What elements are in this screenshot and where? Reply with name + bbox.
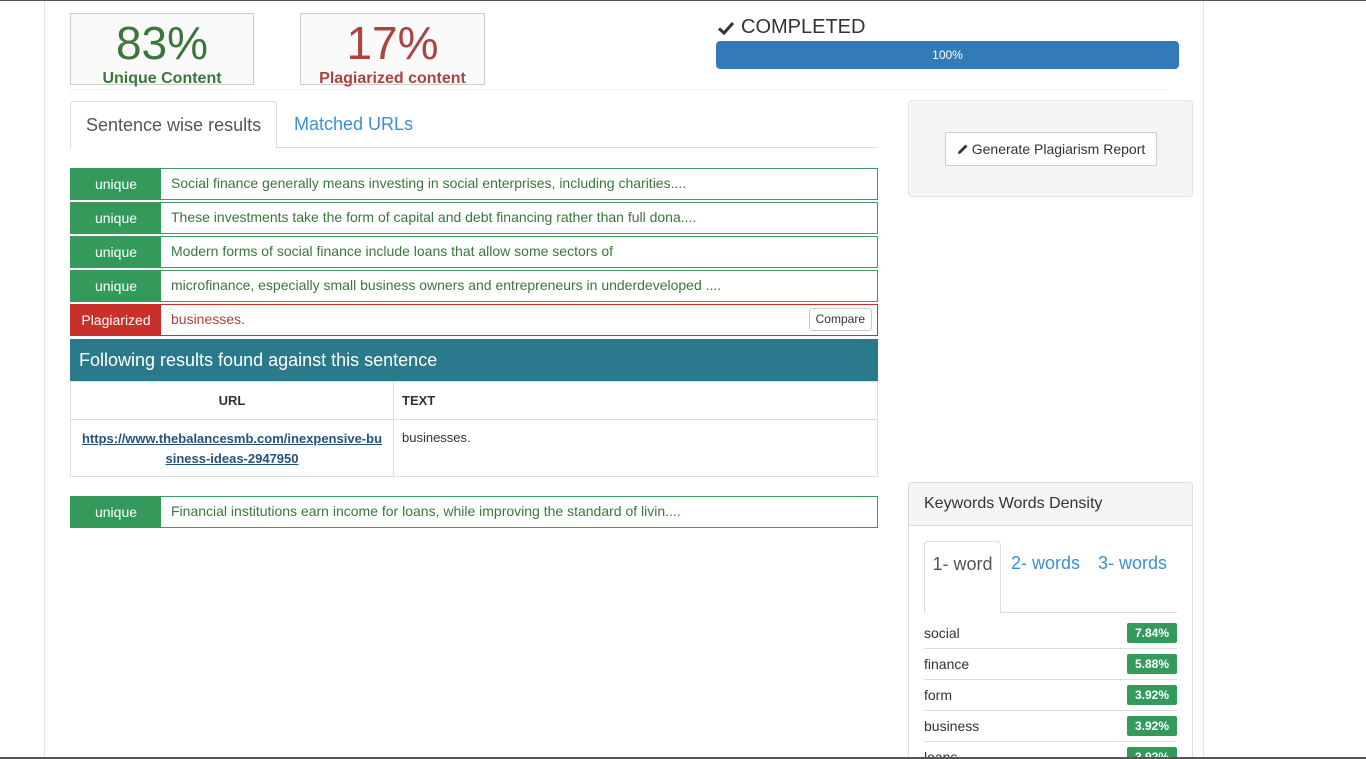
sentence-text: These investments take the form of capit…: [171, 209, 697, 225]
sentence-status-badge: unique: [71, 169, 161, 199]
table-header-row: URL TEXT: [70, 381, 878, 420]
keyword-word: form: [924, 687, 952, 703]
keyword-density-badge: 7.84%: [1126, 623, 1177, 643]
keyword-tabs: 1- word 2- words 3- words: [924, 541, 1177, 614]
keyword-list: social 7.84% finance 5.88% form 3.92% bu…: [924, 618, 1177, 759]
progress-bar-fill: 100%: [716, 41, 1179, 69]
matched-results-table: URL TEXT https://www.thebalancesmb.com/i…: [70, 381, 878, 477]
sentence-row: unique Social finance generally means in…: [70, 168, 878, 200]
keyword-density-badge: 3.92%: [1126, 716, 1177, 736]
report-panel: Generate Plagiarism Report: [908, 100, 1193, 197]
status-text: COMPLETED: [741, 16, 866, 38]
keyword-row: finance 5.88%: [924, 649, 1177, 680]
sentence-row: unique These investments take the form o…: [70, 202, 878, 234]
keyword-word: business: [924, 718, 980, 734]
keyword-word: finance: [924, 656, 970, 672]
unique-content-stat: 83% Unique Content: [70, 13, 254, 87]
plagiarized-percentage: 17%: [346, 17, 439, 69]
divider: [70, 89, 1168, 90]
url-cell: https://www.thebalancesmb.com/inexpensiv…: [70, 419, 394, 477]
keyword-row: social 7.84%: [924, 618, 1177, 649]
sentence-row: unique Modern forms of social finance in…: [70, 236, 878, 268]
keyword-row: business 3.92%: [924, 711, 1177, 742]
matched-url-link[interactable]: https://www.thebalancesmb.com/inexpensiv…: [82, 431, 382, 466]
generate-report-button[interactable]: Generate Plagiarism Report: [945, 132, 1157, 166]
pencil-icon: [957, 144, 968, 154]
tab-3-words[interactable]: 3- words: [1094, 541, 1171, 613]
keyword-density-badge: 5.88%: [1126, 654, 1177, 674]
tab-sentence-wise-results[interactable]: Sentence wise results: [70, 101, 278, 149]
keyword-row: form 3.92%: [924, 680, 1177, 711]
unique-percentage: 83%: [115, 17, 209, 69]
keyword-density-badge: 3.92%: [1126, 685, 1177, 705]
progress-bar-track: 100%: [716, 41, 1179, 69]
checkmark-icon: [717, 21, 735, 35]
sentence-status-badge: unique: [71, 203, 161, 233]
sentence-text: Modern forms of social finance include l…: [171, 243, 613, 259]
unique-label: Unique Content: [102, 70, 222, 87]
sentence-status-badge: unique: [71, 497, 161, 527]
main-container: 83% Unique Content 17% Plagiarized conte…: [44, 1, 1204, 759]
tab-2-words[interactable]: 2- words: [1007, 541, 1084, 613]
generate-report-label: Generate Plagiarism Report: [971, 141, 1146, 157]
keywords-density-panel: Keywords Words Density 1- word 2- words …: [908, 482, 1193, 759]
tab-1-word[interactable]: 1- word: [924, 541, 1001, 614]
sentence-text: Financial institutions earn income for l…: [171, 503, 681, 519]
sentence-status-badge: unique: [71, 237, 161, 267]
completed-status: COMPLETED: [717, 16, 865, 39]
sentence-row: unique Financial institutions earn incom…: [70, 496, 878, 528]
text-cell: businesses.: [393, 419, 878, 477]
column-header-text: TEXT: [393, 381, 878, 420]
sentence-status-badge: Plagiarized: [71, 305, 161, 335]
keyword-word: social: [924, 625, 960, 641]
tab-matched-urls[interactable]: Matched URLs: [279, 101, 428, 148]
table-row: https://www.thebalancesmb.com/inexpensiv…: [70, 419, 878, 477]
sentence-text: Social finance generally means investing…: [171, 175, 687, 191]
results-heading: Following results found against this sen…: [70, 339, 878, 381]
plagiarized-label: Plagiarized content: [319, 70, 466, 87]
sentence-text: microfinance, especially small business …: [171, 277, 722, 293]
compare-button[interactable]: Compare: [808, 308, 872, 331]
column-header-url: URL: [70, 381, 394, 420]
plagiarized-content-stat: 17% Plagiarized content: [300, 13, 485, 87]
sentence-status-badge: unique: [71, 271, 161, 301]
sentence-text: businesses.: [171, 311, 245, 327]
sentence-row: unique microfinance, especially small bu…: [70, 270, 878, 302]
results-tabs: Sentence wise results Matched URLs: [70, 101, 878, 149]
keywords-panel-title: Keywords Words Density: [909, 483, 1192, 526]
sentence-row-plagiarized: Plagiarized businesses. Compare: [70, 304, 878, 336]
